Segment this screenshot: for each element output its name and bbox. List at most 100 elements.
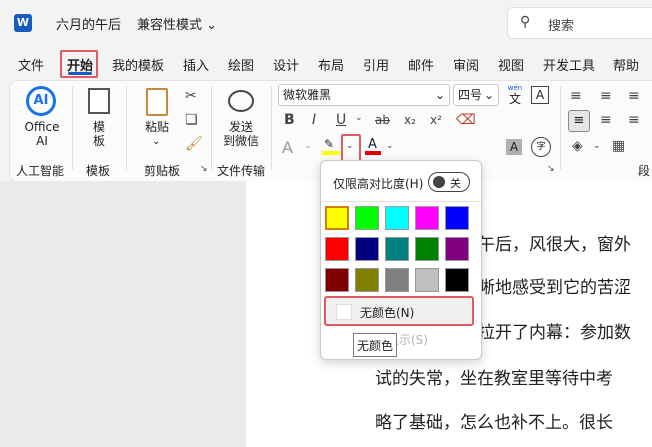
color-swatch[interactable] xyxy=(445,237,469,261)
high-contrast-label: 仅限高对比度(H) xyxy=(333,177,424,191)
color-swatch[interactable] xyxy=(385,268,409,292)
send-to-wechat-button[interactable]: 发送 到微信 xyxy=(220,86,262,150)
menu-divider xyxy=(321,201,481,202)
chevron-down-icon: ⌄ xyxy=(483,88,494,102)
tab-references[interactable]: 引用 xyxy=(363,55,389,74)
tab-my-templates[interactable]: 我的模板 xyxy=(112,55,164,74)
tab-draw[interactable]: 绘图 xyxy=(228,55,254,74)
tab-developer[interactable]: 开发工具 xyxy=(543,55,595,74)
shading-icon[interactable]: ◈ xyxy=(572,138,583,154)
text-effects-button[interactable]: A xyxy=(282,138,293,157)
tab-design[interactable]: 设计 xyxy=(273,55,299,74)
template-label-2: 板 xyxy=(92,134,105,148)
no-color-label: 无颜色(N) xyxy=(360,306,415,320)
group-label-file-transfer: 文件传输 xyxy=(217,164,266,178)
office-ai-label-1: Office xyxy=(24,120,60,134)
chevron-down-icon[interactable]: ⌄ xyxy=(304,141,312,151)
search-input[interactable]: ⚲ 搜索 xyxy=(507,7,652,39)
group-label-template: 模板 xyxy=(86,164,111,178)
tab-file[interactable]: 文件 xyxy=(18,55,44,74)
bullets-icon[interactable]: ≡ xyxy=(570,88,582,104)
numbering-icon[interactable]: ≡ xyxy=(600,88,612,104)
color-swatch[interactable] xyxy=(415,206,439,230)
search-placeholder: 搜索 xyxy=(548,19,575,34)
ribbon-separator xyxy=(126,86,127,170)
color-swatch[interactable] xyxy=(445,206,469,230)
wechat-label-1: 发送 xyxy=(228,120,253,134)
doc-line: 拉开了内幕：参加数 xyxy=(478,323,631,343)
color-swatch[interactable] xyxy=(385,206,409,230)
office-ai-button[interactable]: AI Office AI xyxy=(22,86,62,150)
tab-view[interactable]: 视图 xyxy=(498,55,524,74)
borders-icon[interactable]: ▦ xyxy=(612,138,625,154)
italic-button[interactable]: I xyxy=(312,112,316,128)
color-swatch[interactable] xyxy=(415,237,439,261)
high-contrast-toggle[interactable]: 关 xyxy=(428,172,470,192)
copy-icon[interactable]: ❏ xyxy=(185,112,198,128)
tab-layout[interactable]: 布局 xyxy=(318,55,344,74)
tab-help[interactable]: 帮助 xyxy=(613,55,639,74)
tab-insert[interactable]: 插入 xyxy=(183,55,209,74)
highlight-color-menu: 仅限高对比度(H) 关 无颜色(N) 显示(S) xyxy=(320,160,482,360)
clipboard-icon xyxy=(146,88,168,116)
color-swatch[interactable] xyxy=(325,237,349,261)
color-swatch[interactable] xyxy=(325,206,349,230)
character-border-button[interactable]: A xyxy=(531,86,549,104)
underline-button[interactable]: U xyxy=(336,112,346,128)
color-swatch[interactable] xyxy=(415,268,439,292)
highlight-dropdown-chevron-icon[interactable]: ⌄ xyxy=(346,141,354,151)
word-logo-icon: W xyxy=(14,14,32,32)
phonetic-guide-button[interactable]: wén 文 xyxy=(506,84,524,108)
strikethrough-button[interactable]: ab xyxy=(375,113,390,127)
no-color-swatch xyxy=(336,304,352,320)
color-swatch[interactable] xyxy=(385,237,409,261)
tab-mailings[interactable]: 邮件 xyxy=(408,55,434,74)
font-launcher-icon[interactable]: ↘ xyxy=(547,164,555,174)
chevron-down-icon[interactable]: ⌄ xyxy=(593,141,601,151)
multilevel-list-icon[interactable]: ≡ xyxy=(628,88,640,104)
font-name-select[interactable]: 微软雅黑 ⌄ xyxy=(278,84,450,106)
paste-label: 粘贴 xyxy=(144,120,169,134)
clear-format-icon[interactable]: ⌫ xyxy=(456,112,476,128)
tab-review[interactable]: 审阅 xyxy=(453,55,479,74)
font-name-value: 微软雅黑 xyxy=(283,88,332,102)
align-center-icon[interactable]: ≡ xyxy=(600,112,612,128)
align-left-button[interactable]: ≡ xyxy=(568,110,590,132)
color-swatch[interactable] xyxy=(445,268,469,292)
doc-line: 午后，风很大，窗外 xyxy=(478,235,631,255)
superscript-button[interactable]: x² xyxy=(430,113,442,127)
ribbon-separator xyxy=(560,86,561,170)
color-swatch[interactable] xyxy=(355,206,379,230)
color-swatch[interactable] xyxy=(325,268,349,292)
subscript-button[interactable]: x₂ xyxy=(404,113,416,127)
wechat-label-2: 到微信 xyxy=(222,134,259,148)
font-size-select[interactable]: 四号 ⌄ xyxy=(453,84,499,106)
clipboard-launcher-icon[interactable]: ↘ xyxy=(200,164,208,174)
color-swatch[interactable] xyxy=(355,237,379,261)
compat-mode-dropdown[interactable]: 兼容性模式 ⌄ xyxy=(137,14,217,33)
document-title: 六月的午后 xyxy=(56,18,122,33)
font-color-button[interactable]: A xyxy=(365,137,381,157)
template-icon xyxy=(88,88,110,114)
template-label-1: 模 xyxy=(92,120,105,134)
enclose-character-button[interactable]: 字 xyxy=(531,137,551,157)
template-button[interactable]: 模 板 xyxy=(84,86,114,150)
toggle-state: 关 xyxy=(450,177,461,190)
bold-button[interactable]: B xyxy=(284,112,295,128)
group-label-clipboard: 剪贴板 xyxy=(144,164,181,178)
chevron-down-icon: ⌄ xyxy=(152,136,161,147)
character-shading-button[interactable]: A xyxy=(506,139,522,155)
highlight-color-button[interactable]: ✎ xyxy=(322,137,340,157)
group-label-ai: 人工智能 xyxy=(16,164,65,178)
no-color-option[interactable]: 无颜色(N) xyxy=(324,296,474,326)
chevron-down-icon[interactable]: ⌄ xyxy=(355,113,363,123)
align-right-icon[interactable]: ≡ xyxy=(628,112,640,128)
color-swatch[interactable] xyxy=(355,268,379,292)
cut-icon[interactable]: ✂ xyxy=(185,88,197,104)
tooltip: 无颜色 xyxy=(353,333,397,357)
format-painter-icon[interactable]: 🖌 xyxy=(185,136,203,152)
chevron-down-icon[interactable]: ⌄ xyxy=(386,141,394,151)
office-ai-label-2: AI xyxy=(36,134,48,148)
font-color-bar xyxy=(365,151,381,155)
paste-button[interactable]: 粘贴 ⌄ xyxy=(140,86,174,150)
